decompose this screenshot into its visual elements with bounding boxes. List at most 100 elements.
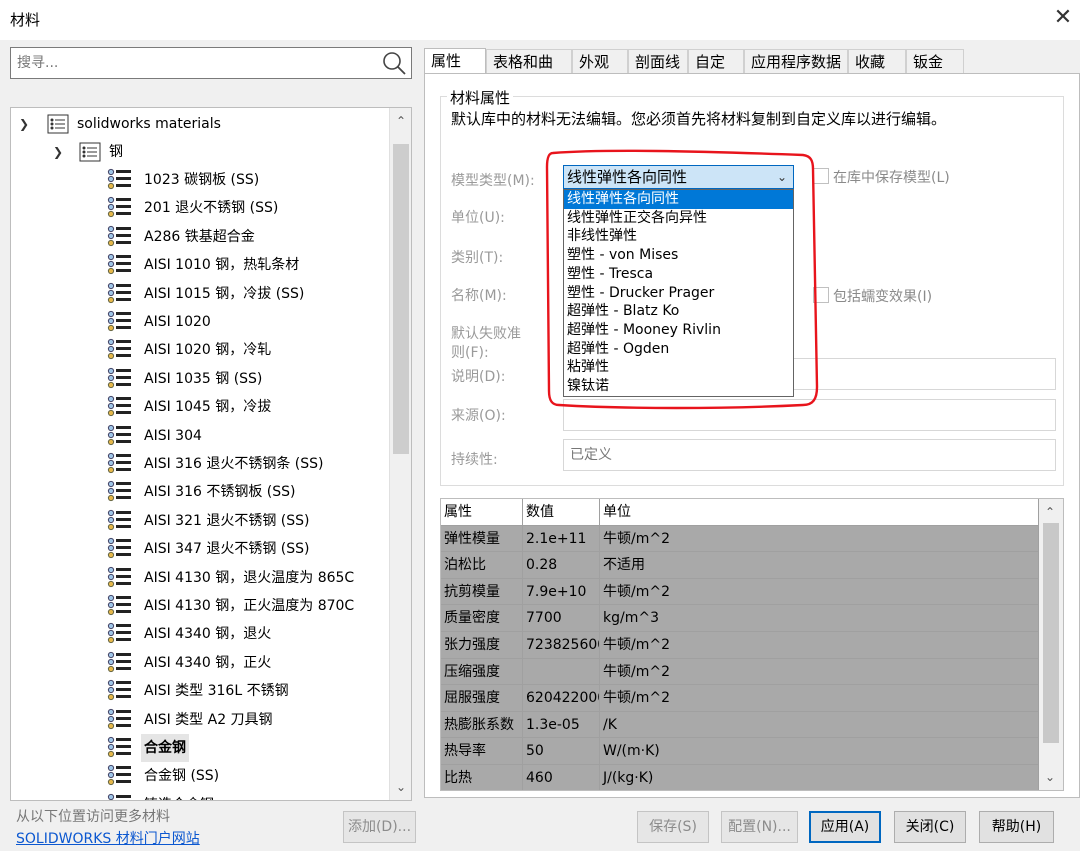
property-value-cell[interactable]: 620422000 [523, 685, 600, 712]
property-value-cell[interactable]: 460 [523, 765, 600, 790]
tree-item-label: AISI 类型 316L 不锈钢 [144, 683, 289, 700]
property-value-cell[interactable]: 1.3e-05 [523, 711, 600, 739]
property-value-cell[interactable]: 7700 [523, 605, 600, 632]
material-tree[interactable]: ❯ solidworks materials ❯ 钢 1023 碳钢板 (SS)… [10, 107, 412, 801]
tree-item-label: AISI 347 退火不锈钢 (SS) [144, 541, 310, 558]
tab-sheet-metal[interactable]: 钣金 [906, 49, 964, 74]
material-icon [107, 793, 131, 800]
tree-category-label: 钢 [109, 144, 123, 160]
read-only-notice: 默认库中的材料无法编辑。您必须首先将材料复制到自定义库以进行编辑。 [451, 110, 947, 128]
tree-item-material[interactable]: AISI 类型 A2 刀具钢 [107, 706, 387, 734]
scrollbar-thumb[interactable] [393, 144, 409, 454]
add-button[interactable]: 添加(D)... [343, 811, 416, 843]
table-header-row: 属性 数值 单位 [441, 499, 1039, 526]
table-row[interactable]: 比热 460 J/(kg·K) [441, 765, 1039, 790]
property-table[interactable]: 属性 数值 单位 弹性模量 2.1e+11 牛顿/m^2 泊松比 0.28 不适用 抗剪模量… [440, 498, 1064, 791]
tree-item-material[interactable]: 合金钢 [107, 734, 387, 762]
model-type-label: 模型类型(M): [451, 173, 535, 189]
table-row[interactable]: 压缩强度 牛顿/m^2 [441, 658, 1039, 686]
tree-scrollbar[interactable]: ⌃ ⌄ [389, 108, 411, 800]
tree-item-material[interactable]: AISI 1015 钢，冷拔 (SS) [107, 280, 387, 308]
materials-portal-link[interactable]: SOLIDWORKS 材料门户网站 [16, 828, 200, 848]
apply-button[interactable]: 应用(A) [809, 811, 881, 843]
help-button[interactable]: 帮助(H) [979, 811, 1054, 843]
table-row[interactable]: 抗剪模量 7.9e+10 牛顿/m^2 [441, 578, 1039, 606]
table-row[interactable]: 热膨胀系数 1.3e-05/K [441, 711, 1039, 739]
scroll-down-icon[interactable]: ⌄ [1039, 766, 1061, 788]
tree-item-material[interactable]: AISI 1010 钢，热轧条材 [107, 251, 387, 279]
tree-item-label: AISI 1045 钢，冷拔 [144, 399, 272, 416]
table-row[interactable]: 张力强度 723825600 牛顿/m^2 [441, 632, 1039, 659]
table-row[interactable]: 热导率 50 W/(m·K) [441, 738, 1039, 765]
scroll-up-icon[interactable]: ⌃ [1039, 501, 1061, 523]
table-scrollbar[interactable]: ⌃ ⌄ [1039, 499, 1063, 790]
scroll-up-icon[interactable]: ⌃ [390, 110, 411, 132]
tab-custom[interactable]: 自定义 [688, 49, 744, 95]
search-box[interactable] [10, 47, 412, 79]
tree-item-material[interactable]: AISI 1020 [107, 308, 387, 336]
table-row[interactable]: 质量密度 7700 kg/m^3 [441, 605, 1039, 632]
scroll-down-icon[interactable]: ⌄ [390, 776, 411, 798]
table-row[interactable]: 屈服强度 620422000 牛顿/m^2 [441, 685, 1039, 712]
tree-item-material[interactable]: AISI 347 退火不锈钢 (SS) [107, 535, 387, 563]
close-icon[interactable]: ✕ [1049, 4, 1077, 32]
material-icon [107, 481, 131, 502]
material-icon [107, 452, 131, 474]
tree-item-label: AISI 类型 A2 刀具钢 [144, 711, 273, 728]
tree-item-material[interactable]: 201 退火不锈钢 (SS) [107, 194, 387, 222]
scrollbar-thumb[interactable] [1043, 523, 1059, 743]
tab-tables-curves[interactable]: 表格和曲线 [486, 49, 572, 95]
tree-item-material[interactable]: 合金钢 (SS) [107, 762, 387, 790]
tab-properties[interactable]: 属性 [424, 48, 486, 74]
material-icon [107, 736, 131, 758]
tab-favorites[interactable]: 收藏 [848, 49, 906, 74]
tree-item-material[interactable]: AISI 321 退火不锈钢 (SS) [107, 507, 387, 535]
save-button[interactable]: 保存(S) [637, 811, 709, 843]
tree-item-label: AISI 304 [144, 427, 202, 444]
tree-item-material[interactable]: AISI 304 [107, 422, 387, 450]
tree-item-material[interactable]: AISI 316 不锈钢板 (SS) [107, 478, 387, 506]
tree-item-material[interactable]: A286 铁基超合金 [107, 223, 387, 251]
table-row[interactable]: 泊松比 0.28 不适用 [441, 552, 1039, 579]
search-icon[interactable] [381, 50, 407, 76]
tree-node-category[interactable]: ❯ 钢 [53, 138, 393, 166]
tree-item-label: 201 退火不锈钢 (SS) [144, 200, 279, 217]
property-name-cell: 泊松比 [441, 552, 523, 579]
property-value-cell[interactable]: 0.28 [523, 552, 600, 579]
tree-item-material[interactable]: AISI 4130 钢，退火温度为 865C [107, 564, 387, 592]
property-value-cell[interactable] [523, 658, 600, 686]
more-materials-text: 从以下位置访问更多材料 [16, 809, 170, 825]
tree-item-material[interactable]: AISI 1020 钢，冷轧 [107, 336, 387, 364]
property-name-cell: 压缩强度 [441, 658, 523, 686]
config-button[interactable]: 配置(N)... [721, 811, 798, 843]
source-label: 来源(O): [451, 408, 506, 424]
tree-node-root[interactable]: ❯ solidworks materials [19, 110, 389, 138]
property-value-cell[interactable]: 50 [523, 738, 600, 765]
failure-criterion-label-2: 则(F): [451, 345, 489, 361]
tree-item-material[interactable]: AISI 1045 钢，冷拔 [107, 393, 387, 421]
chevron-down-icon[interactable]: ❯ [19, 110, 29, 138]
tree-item-material[interactable]: AISI 4340 钢，正火 [107, 649, 387, 677]
tree-item-material[interactable]: 铸造合金钢 [107, 791, 387, 800]
property-value-cell[interactable]: 723825600 [523, 632, 600, 659]
material-icon [107, 282, 131, 303]
tab-crosshatch[interactable]: 剖面线 [628, 49, 688, 74]
property-value-cell[interactable]: 7.9e+10 [523, 578, 600, 606]
tree-item-material[interactable]: AISI 类型 316L 不锈钢 [107, 677, 387, 705]
search-input[interactable] [15, 53, 375, 73]
failure-criterion-label: 默认失败准 [451, 326, 521, 342]
tree-item-material[interactable]: AISI 1035 钢 (SS) [107, 365, 387, 393]
close-button[interactable]: 关闭(C) [894, 811, 966, 843]
tree-item-material[interactable]: AISI 316 退火不锈钢条 (SS) [107, 450, 387, 478]
table-row[interactable]: 弹性模量 2.1e+11 牛顿/m^2 [441, 525, 1039, 553]
tab-appearance[interactable]: 外观 [572, 49, 628, 74]
tab-application-data[interactable]: 应用程序数据 [744, 49, 848, 74]
tree-item-material[interactable]: AISI 4130 钢，正火温度为 870C [107, 592, 387, 620]
chevron-down-icon[interactable]: ❯ [53, 138, 63, 166]
property-value-cell[interactable]: 2.1e+11 [523, 525, 600, 553]
material-icon [107, 651, 131, 672]
tree-item-material[interactable]: 1023 碳钢板 (SS) [107, 166, 387, 194]
sustainability-field[interactable]: 已定义 [563, 439, 1056, 471]
tree-item-material[interactable]: AISI 4340 钢，退火 [107, 620, 387, 648]
material-icon [107, 623, 131, 644]
